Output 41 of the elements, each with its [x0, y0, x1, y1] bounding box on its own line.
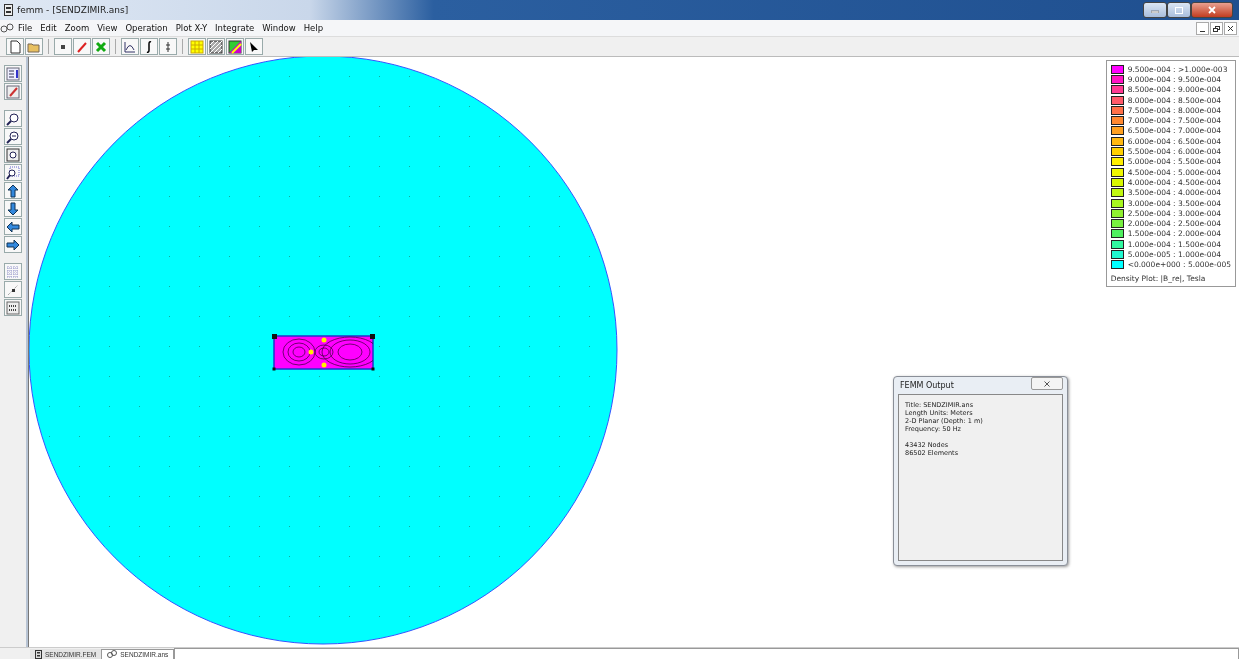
arc-chart-icon[interactable] [123, 39, 137, 54]
zoom-in-icon[interactable] [6, 111, 20, 126]
restore-icon[interactable] [1213, 24, 1220, 32]
minimize-icon [1151, 7, 1159, 13]
menu-item[interactable]: Plot X-Y [171, 23, 212, 33]
menu-item[interactable]: Zoom [60, 23, 94, 33]
results-icon [107, 650, 118, 659]
maximize-button[interactable] [1167, 2, 1191, 18]
minimize-button[interactable] [1143, 2, 1167, 18]
app-menu-icon[interactable] [0, 23, 14, 33]
close-icon [1208, 6, 1216, 14]
menu-item[interactable]: Integrate [211, 23, 259, 33]
up-arrow-icon[interactable] [6, 183, 20, 198]
menu-item[interactable]: File [14, 23, 37, 33]
zoom-fit-icon[interactable] [6, 147, 20, 162]
maximize-icon [1175, 6, 1183, 14]
cross-icon[interactable] [94, 39, 108, 54]
hatch-icon[interactable] [209, 39, 223, 54]
pointer-icon[interactable] [247, 39, 261, 54]
menu-item[interactable]: Help [299, 23, 328, 33]
window-title: femm - [SENDZIMIR.ans] [17, 5, 129, 15]
right-arrow-icon[interactable] [6, 237, 20, 252]
edit-icon[interactable] [6, 84, 20, 99]
grid-settings-icon[interactable] [6, 300, 20, 315]
gradient-icon[interactable] [228, 39, 242, 54]
menu-item[interactable]: Window [258, 23, 300, 33]
zoom-out-icon[interactable] [6, 129, 20, 144]
menu-item[interactable]: Operation [121, 23, 172, 33]
down-arrow-icon[interactable] [6, 201, 20, 216]
app-icon [4, 4, 13, 16]
menu-item[interactable]: Edit [36, 23, 61, 33]
close-button[interactable] [1191, 2, 1233, 18]
document-icon [35, 649, 42, 659]
dialog-title: FEMM Output [900, 381, 954, 390]
menu-item[interactable]: View [93, 23, 122, 33]
close-icon [1044, 380, 1050, 387]
close-icon[interactable] [1227, 24, 1234, 32]
list-icon[interactable] [6, 66, 20, 81]
new-file-icon[interactable] [8, 39, 22, 54]
zoom-window-icon[interactable] [6, 165, 20, 180]
left-arrow-icon[interactable] [6, 219, 20, 234]
